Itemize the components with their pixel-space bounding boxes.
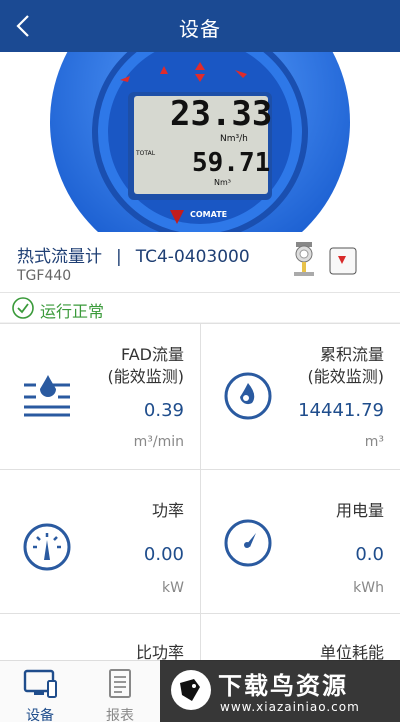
tab-device[interactable]: 设备 xyxy=(0,661,80,722)
energy-gauge-icon xyxy=(221,516,275,570)
metric-value: 0.00 xyxy=(143,544,184,565)
power-gauge-icon xyxy=(20,520,74,574)
accumulated-flow-icon xyxy=(221,369,275,423)
display-flow-unit: Nm³/h xyxy=(220,134,248,144)
status-text: 运行正常 xyxy=(40,302,105,321)
watermark-title: 下载鸟资源 xyxy=(218,672,348,700)
metric-power[interactable]: 功率 0.00 kW xyxy=(0,470,200,614)
metric-label-line2: (能效监测) xyxy=(107,367,185,386)
metric-label-line1: FAD流量 xyxy=(120,345,184,364)
metric-specific-power[interactable]: 比功率 xyxy=(0,614,200,661)
watermark-url: www.xiazainiao.com xyxy=(220,700,360,714)
display-flow-rate: 23.33 xyxy=(170,94,273,134)
check-circle-icon xyxy=(11,296,35,320)
separator: | xyxy=(116,247,122,267)
water-flow-icon xyxy=(20,369,74,423)
metric-unit-energy[interactable]: 单位耗能 xyxy=(200,614,400,661)
watermark-overlay: 下载鸟资源 www.xiazainiao.com xyxy=(160,660,400,722)
device-serial: TC4-0403000 xyxy=(135,247,250,267)
metric-value: 0.39 xyxy=(143,400,184,421)
device-model: TGF440 xyxy=(17,268,72,284)
flow-meter-icon[interactable] xyxy=(290,240,318,280)
metric-value: 0.0 xyxy=(355,544,384,565)
metric-energy[interactable]: 用电量 0.0 kWh xyxy=(200,470,400,614)
display-total: 59.71 xyxy=(192,148,271,178)
page-title: 设备 xyxy=(179,17,221,41)
transmitter-icon[interactable] xyxy=(328,246,358,276)
metric-unit: kW xyxy=(162,580,184,596)
metric-label: 功率 xyxy=(151,501,184,520)
watermark-logo-icon xyxy=(170,669,212,711)
app-header: 设备 xyxy=(0,0,400,52)
report-icon xyxy=(102,669,138,699)
metric-unit: m³ xyxy=(364,434,384,450)
status-bar: 运行正常 xyxy=(0,292,400,322)
metric-label: 单位耗能 xyxy=(319,643,384,661)
metrics-grid: FAD流量 (能效监测) 0.39 m³/min 累积流量 (能效监测) 144… xyxy=(0,323,400,661)
display-total-label: TOTAL xyxy=(136,150,156,157)
metric-label: FAD流量 (能效监测) xyxy=(108,344,185,388)
metric-label: 用电量 xyxy=(335,501,384,520)
metric-label-line1: 累积流量 xyxy=(319,345,384,364)
tab-label: 报表 xyxy=(106,708,134,722)
device-image: 23.33 Nm³/h TOTAL 59.71 Nm³ COMATE xyxy=(0,52,400,232)
metric-value: 14441.79 xyxy=(298,400,384,421)
tab-label: 设备 xyxy=(26,708,54,722)
metric-label: 比功率 xyxy=(135,643,184,661)
metric-label: 累积流量 (能效监测) xyxy=(308,344,385,388)
display-total-unit: Nm³ xyxy=(214,178,231,187)
device-info: 热式流量计 | TC4-0403000 TGF440 xyxy=(0,232,400,292)
metric-accumulated-flow[interactable]: 累积流量 (能效监测) 14441.79 m³ xyxy=(200,324,400,470)
brand-label: COMATE xyxy=(190,210,228,219)
metric-unit: kWh xyxy=(353,580,384,596)
device-type: 热式流量计 xyxy=(17,247,102,267)
device-name: 热式流量计 | TC4-0403000 xyxy=(17,242,250,267)
metric-label-line2: (能效监测) xyxy=(307,367,385,386)
tab-report[interactable]: 报表 xyxy=(80,661,160,722)
monitor-icon xyxy=(22,669,58,699)
metric-unit: m³/min xyxy=(133,434,184,450)
metric-fad-flow[interactable]: FAD流量 (能效监测) 0.39 m³/min xyxy=(0,324,200,470)
